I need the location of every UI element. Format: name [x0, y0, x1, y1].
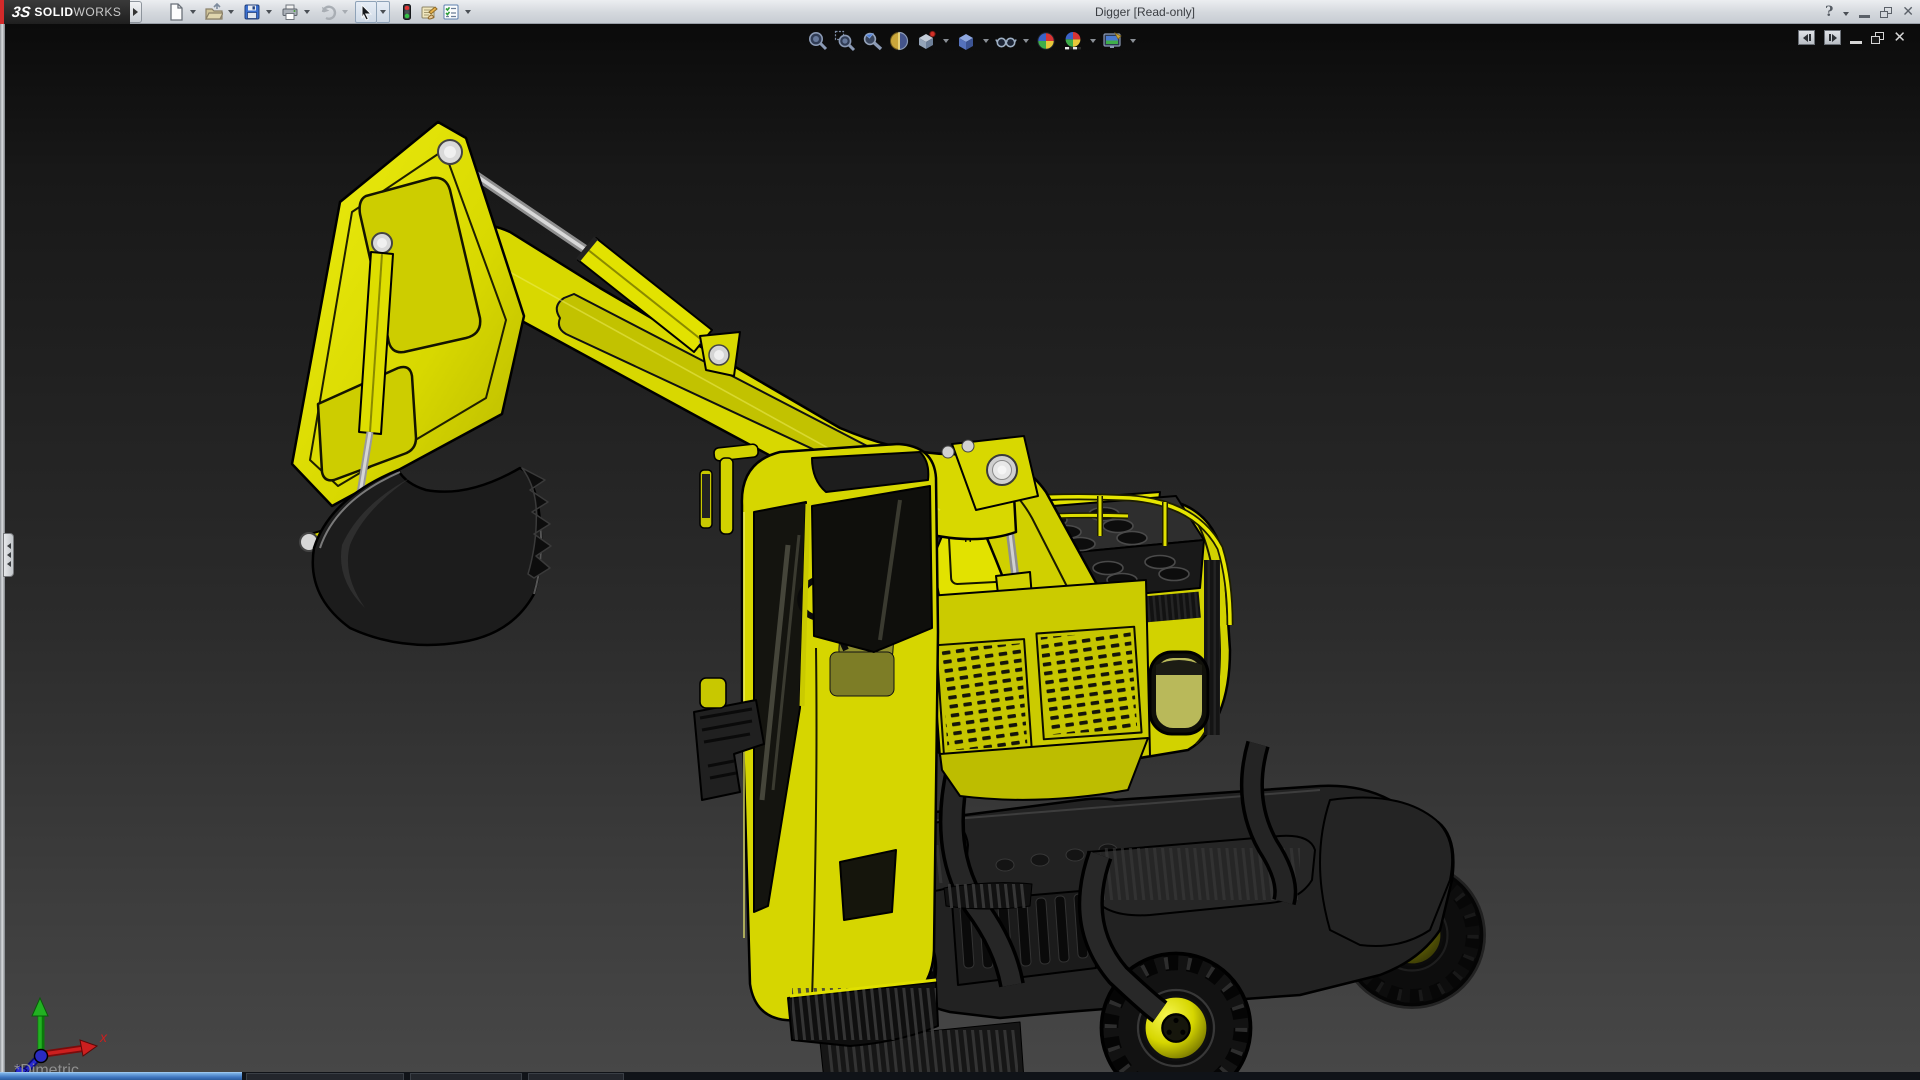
taskbar-active-app[interactable]: [0, 1072, 242, 1080]
help-dropdown[interactable]: [1843, 12, 1849, 16]
view-orientation-button[interactable]: [914, 29, 938, 53]
close-button[interactable]: ✕: [1902, 4, 1914, 20]
collapse-pane-left-button[interactable]: [1798, 30, 1815, 45]
arm-body-pin[interactable]: [987, 455, 1017, 485]
expand-left-icon: [7, 552, 11, 558]
doc-close-button[interactable]: ✕: [1893, 30, 1906, 45]
rebuild-button[interactable]: [396, 1, 418, 23]
rebuild-traffic-light-icon: [398, 3, 416, 21]
save-dropdown[interactable]: [263, 1, 275, 23]
section-view-button[interactable]: [887, 29, 911, 53]
view-settings-button[interactable]: [1101, 29, 1125, 53]
select-tool-dropdown[interactable]: [377, 1, 390, 23]
3ds-logo-icon: 3S: [11, 4, 32, 21]
open-folder-icon: [205, 3, 223, 21]
orientation-triad: x: [13, 998, 108, 1072]
triad-x-label: x: [99, 1029, 108, 1045]
taskbar-item[interactable]: [528, 1073, 624, 1080]
open-dropdown[interactable]: [225, 1, 237, 23]
logo-red-stripe: [0, 0, 4, 24]
previous-view-icon: [861, 30, 883, 52]
solidworks-window: 3S SOLIDWORKS: [0, 0, 1920, 1080]
minimize-button[interactable]: [1859, 15, 1870, 18]
cab-side-window[interactable]: [812, 486, 932, 652]
standard-toolbar: [165, 1, 478, 23]
panel-expand-handle[interactable]: [3, 533, 14, 577]
zoom-to-area-icon: [834, 30, 856, 52]
apply-scene-dropdown[interactable]: [1088, 29, 1098, 53]
expand-left-icon: [7, 543, 11, 549]
save-button[interactable]: [241, 1, 263, 23]
windows-taskbar[interactable]: [0, 1072, 1920, 1080]
model-canvas[interactable]: x: [0, 24, 1920, 1072]
hide-show-items-button[interactable]: [994, 29, 1018, 53]
heads-up-view-toolbar: [806, 29, 1138, 53]
new-document-dropdown[interactable]: [187, 1, 199, 23]
checker-base: [1065, 47, 1081, 49]
new-document-button[interactable]: [165, 1, 187, 23]
previous-view-button[interactable]: [860, 29, 884, 53]
doc-restore-button[interactable]: [1871, 32, 1884, 44]
apex-pin[interactable]: [438, 140, 462, 164]
help-button[interactable]: ?: [1825, 4, 1833, 20]
edit-color-icon: [420, 3, 438, 21]
select-tool-button[interactable]: [355, 1, 377, 23]
taskbar-item[interactable]: [410, 1073, 522, 1080]
zoom-to-area-button[interactable]: [833, 29, 857, 53]
collapse-pane-right-button[interactable]: [1824, 30, 1841, 45]
edit-color-button[interactable]: [418, 1, 440, 23]
options-button[interactable]: [440, 1, 462, 23]
body-side-window[interactable]: [1150, 652, 1208, 734]
open-button[interactable]: [203, 1, 225, 23]
display-style-cube-icon: [955, 30, 977, 52]
graphics-viewport[interactable]: ✕: [0, 24, 1920, 1072]
view-orientation-dropdown[interactable]: [941, 29, 951, 53]
new-document-icon: [167, 3, 185, 21]
undo-icon: [319, 3, 337, 21]
view-orientation-cube-icon: [915, 30, 937, 52]
solidworks-logo: 3S SOLIDWORKS: [0, 0, 130, 24]
eyeglasses-icon: [995, 30, 1017, 52]
grille-panel-left[interactable]: [936, 639, 1031, 755]
options-dropdown[interactable]: [462, 1, 474, 23]
undo-button[interactable]: [317, 1, 339, 23]
menu-flyout-tab[interactable]: [130, 1, 142, 23]
pane-right-icon: [1832, 34, 1837, 42]
print-icon: [281, 3, 299, 21]
select-cursor-icon: [357, 3, 375, 21]
view-settings-dropdown[interactable]: [1128, 29, 1138, 53]
save-floppy-icon: [243, 3, 261, 21]
flyout-arrow-icon: [133, 8, 138, 16]
zoom-to-fit-icon: [807, 30, 829, 52]
title-bar: 3S SOLIDWORKS: [0, 0, 1920, 24]
print-dropdown[interactable]: [301, 1, 313, 23]
options-checklist-icon: [442, 3, 460, 21]
section-view-icon: [888, 30, 910, 52]
window-title: Digger [Read-only]: [1040, 0, 1250, 24]
brand-wordmark: SOLIDWORKS: [34, 5, 121, 19]
view-settings-icon: [1102, 30, 1124, 52]
doc-minimize-button[interactable]: [1850, 41, 1862, 44]
expand-left-icon: [7, 561, 11, 567]
grille-panel-right[interactable]: [1036, 627, 1141, 740]
hide-show-items-dropdown[interactable]: [1021, 29, 1031, 53]
print-button[interactable]: [279, 1, 301, 23]
appearance-sphere-icon: [1035, 30, 1057, 52]
zoom-to-fit-button[interactable]: [806, 29, 830, 53]
window-controls: ? ✕: [1825, 0, 1914, 24]
pane-left-icon: [1803, 34, 1808, 42]
document-window-controls: ✕: [1798, 30, 1906, 45]
edit-appearance-button[interactable]: [1034, 29, 1058, 53]
taskbar-item[interactable]: [246, 1073, 404, 1080]
undo-dropdown[interactable]: [339, 1, 351, 23]
view-orientation-label: *Dimetric: [14, 1062, 79, 1072]
display-style-dropdown[interactable]: [981, 29, 991, 53]
excavator-model[interactable]: [292, 122, 1486, 1072]
display-style-button[interactable]: [954, 29, 978, 53]
apply-scene-button[interactable]: [1061, 29, 1085, 53]
restore-button[interactable]: [1880, 7, 1892, 18]
apply-scene-icon: [1062, 30, 1084, 52]
